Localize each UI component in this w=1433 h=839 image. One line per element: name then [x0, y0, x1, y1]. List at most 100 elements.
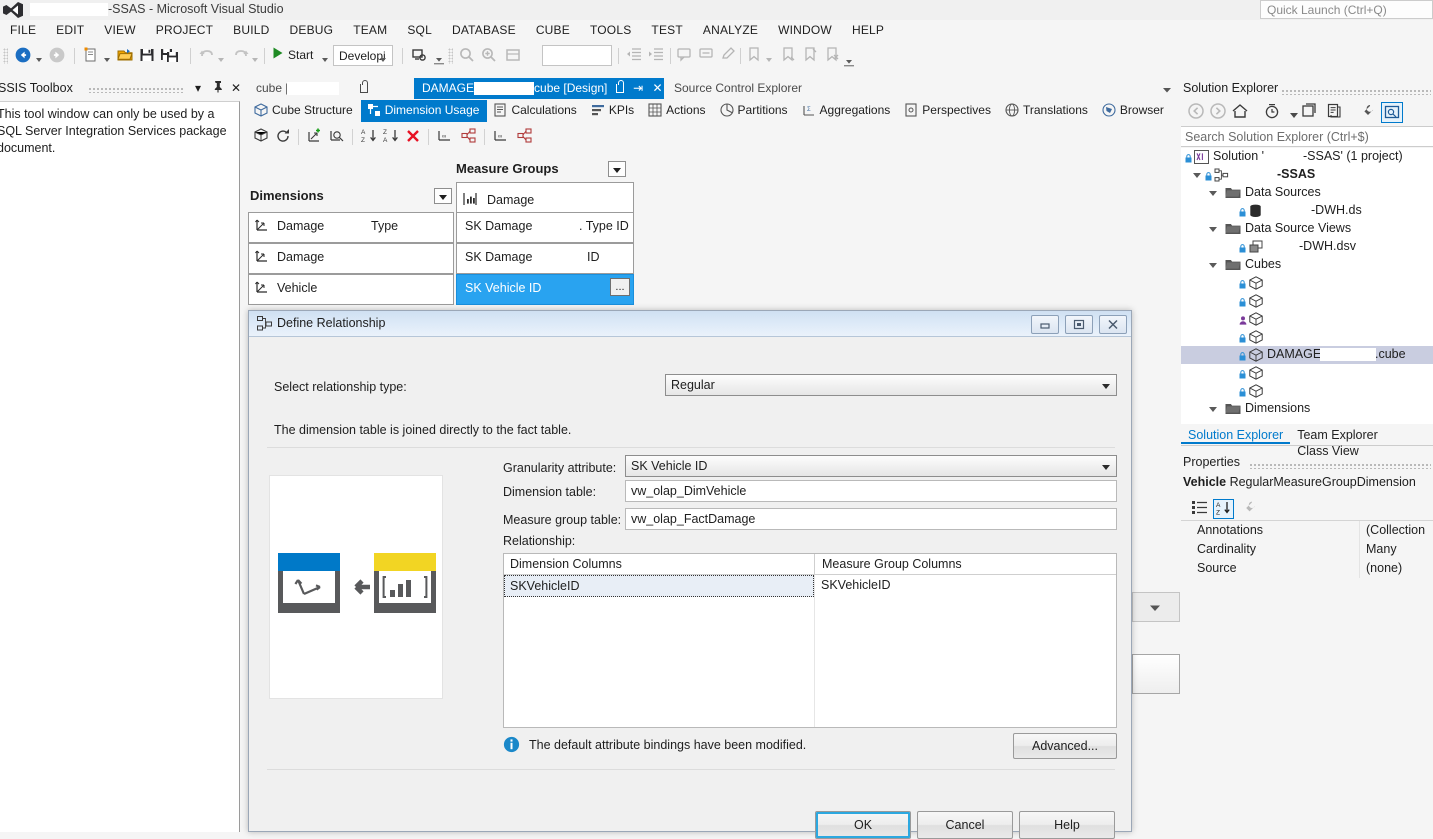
tab-translations[interactable]: Translations [999, 100, 1096, 122]
toolbar-grip[interactable] [3, 48, 8, 64]
property-row[interactable]: Source (none) [1181, 559, 1433, 578]
table-row[interactable]: SKVehicleID SKVehicleID [504, 575, 1116, 597]
properties-wrench-icon[interactable] [1357, 102, 1379, 123]
navigate-back-dropdown[interactable] [36, 52, 42, 72]
cancel-button[interactable]: Cancel [917, 811, 1013, 839]
property-row[interactable]: Annotations (Collection [1181, 521, 1433, 540]
tab-cube-structure[interactable]: Cube Structure [248, 100, 361, 122]
measure-group-cell-2-selected[interactable]: SK Vehicle ID ... [456, 274, 634, 305]
menu-build[interactable]: BUILD [223, 20, 279, 40]
navigate-back-button[interactable] [14, 46, 34, 66]
restore-icon[interactable] [1065, 315, 1093, 334]
property-row[interactable]: Cardinality Many [1181, 540, 1433, 559]
show-all-relationships-icon[interactable]: ∞ [436, 127, 456, 147]
sort-ascending-icon[interactable]: AZ [360, 127, 380, 147]
cell-dimension-column[interactable]: SKVehicleID [504, 575, 814, 597]
new-project-button[interactable] [82, 46, 102, 66]
tab-list-chevron-icon[interactable] [1162, 83, 1172, 97]
minimize-icon[interactable] [1031, 315, 1059, 334]
column-header-dimension[interactable]: Dimension Columns [510, 557, 622, 571]
solution-explorer-drag-handle[interactable] [1281, 89, 1431, 95]
dimensions-filter-button[interactable] [434, 188, 452, 204]
attach-dropdown[interactable] [434, 54, 444, 65]
menu-cube[interactable]: CUBE [526, 20, 580, 40]
tab-kpis[interactable]: KPIs [585, 100, 642, 122]
tree-node-data-sources[interactable]: Data Sources [1181, 184, 1433, 202]
new-project-dropdown[interactable] [104, 52, 110, 72]
tree-node-dimensions-folder[interactable]: Dimensions [1181, 400, 1433, 418]
measure-group-cell-1[interactable]: SK Damage ID [456, 243, 634, 274]
tree-node-cube[interactable] [1181, 382, 1433, 400]
menu-window[interactable]: WINDOW [768, 20, 842, 40]
start-button[interactable]: Start [288, 48, 313, 68]
menu-debug[interactable]: DEBUG [280, 20, 344, 40]
chevron-down-icon[interactable] [1149, 601, 1161, 615]
tab-solution-explorer[interactable]: Solution Explorer [1181, 426, 1291, 444]
granularity-ellipsis-button[interactable]: ... [610, 278, 630, 296]
chevron-down-icon[interactable]: ▾ [190, 80, 206, 96]
solution-configuration-dropdown[interactable] [380, 52, 386, 72]
menu-edit[interactable]: EDIT [46, 20, 94, 40]
advanced-button[interactable]: Advanced... [1013, 733, 1117, 759]
document-tab-source-control[interactable]: Source Control Explorer [666, 78, 809, 99]
pin-icon[interactable] [210, 80, 226, 96]
tree-node-cube[interactable] [1181, 274, 1433, 292]
menu-analyze[interactable]: ANALYZE [693, 20, 768, 40]
menu-project[interactable]: PROJECT [146, 20, 223, 40]
tab-partitions[interactable]: Partitions [714, 100, 796, 122]
new-linked-object-icon[interactable] [252, 127, 272, 147]
measure-group-cell-0[interactable]: SK Damage . Type ID [456, 212, 634, 243]
tree-node-cube-damage-selected[interactable]: DAMAGE .cube [1181, 346, 1433, 364]
menu-test[interactable]: TEST [641, 20, 692, 40]
measure-group-header-cell[interactable]: Damage [456, 182, 634, 216]
relationship-type-select[interactable]: Regular [665, 374, 1117, 396]
edit-dimension-icon[interactable] [328, 127, 348, 147]
column-header-measure-group[interactable]: Measure Group Columns [822, 557, 962, 571]
alphabetical-view-icon[interactable]: AZ [1213, 499, 1234, 519]
menu-sql[interactable]: SQL [397, 20, 442, 40]
tree-node-data-source-views[interactable]: Data Source Views [1181, 220, 1433, 238]
view-code-icon[interactable] [1323, 102, 1345, 123]
toolbar-grip-2[interactable] [448, 48, 453, 64]
tree-node-cube[interactable] [1181, 328, 1433, 346]
zoom-level-input[interactable] [542, 45, 612, 66]
tree-node-cubes-folder[interactable]: Cubes [1181, 256, 1433, 274]
categorized-view-icon[interactable] [1189, 499, 1210, 519]
tree-node-dsv-file[interactable]: -DWH.dsv [1181, 238, 1433, 256]
dimension-row-2[interactable]: Vehicle [248, 274, 454, 305]
menu-tools[interactable]: TOOLS [580, 20, 641, 40]
tree-node-data-source-file[interactable]: -DWH.ds [1181, 202, 1433, 220]
start-debug-icon[interactable] [272, 46, 286, 66]
tab-browser[interactable]: Browser [1096, 100, 1172, 122]
solution-explorer-search-input[interactable]: Search Solution Explorer (Ctrl+$) [1181, 126, 1433, 147]
tab-perspectives[interactable]: Perspectives [898, 100, 999, 122]
dimension-row-0[interactable]: Damage Type [248, 212, 454, 243]
granularity-attribute-select[interactable]: SK Vehicle ID [625, 455, 1117, 477]
menu-view[interactable]: VIEW [94, 20, 145, 40]
show-dimension-relationships-icon[interactable]: ∞ [492, 127, 512, 147]
ok-button[interactable]: OK [815, 811, 911, 839]
tab-aggregations[interactable]: Σ Aggregations [796, 100, 899, 122]
tab-dimension-usage[interactable]: Dimension Usage [360, 100, 488, 122]
delete-icon[interactable] [404, 127, 424, 147]
tab-actions[interactable]: Actions [642, 100, 713, 122]
menu-file[interactable]: FILE [0, 20, 46, 40]
dimension-row-1[interactable]: Damage [248, 243, 454, 274]
measure-group-diagram-icon[interactable] [516, 127, 536, 147]
quick-launch-input[interactable]: Quick Launch (Ctrl+Q) [1260, 0, 1433, 19]
refresh-icon[interactable] [274, 127, 294, 147]
home-icon[interactable] [1229, 102, 1251, 123]
pending-changes-icon[interactable] [1261, 102, 1283, 123]
properties-drag-handle[interactable] [1249, 463, 1431, 469]
dialog-title-bar[interactable]: Define Relationship [249, 311, 1131, 337]
show-all-files-icon[interactable] [1299, 102, 1321, 123]
tab-pin-icon[interactable]: ⇥ [633, 81, 643, 95]
save-all-button[interactable] [160, 46, 182, 66]
tree-node-cube[interactable] [1181, 364, 1433, 382]
add-cube-dimension-icon[interactable] [306, 127, 326, 147]
close-icon[interactable]: ✕ [228, 80, 244, 96]
open-file-button[interactable] [116, 46, 136, 66]
menu-help[interactable]: HELP [842, 20, 894, 40]
relationship-diagram-icon[interactable] [460, 127, 480, 147]
close-icon[interactable] [1099, 315, 1127, 334]
